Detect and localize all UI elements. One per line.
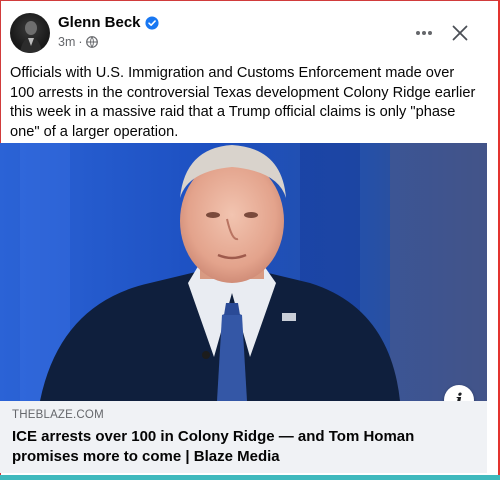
author-row: Glenn Beck [58, 14, 159, 31]
link-preview-image[interactable] [0, 143, 487, 401]
close-button[interactable] [444, 17, 476, 49]
globe-icon [85, 36, 98, 48]
avatar[interactable] [10, 13, 50, 53]
verified-badge-icon [144, 15, 159, 30]
post-text: Officials with U.S. Immigration and Cust… [10, 65, 476, 140]
more-options-button[interactable] [412, 21, 436, 45]
close-icon [452, 25, 468, 41]
post-meta: 3m · [58, 35, 98, 49]
preview-photo [0, 143, 487, 401]
link-domain: THEBLAZE.COM [12, 409, 104, 421]
more-options-icon [416, 31, 432, 35]
link-title[interactable]: ICE arrests over 100 in Colony Ridge — a… [12, 427, 472, 467]
post-time[interactable]: 3m [58, 35, 75, 49]
meta-separator: · [78, 35, 83, 49]
author-name[interactable]: Glenn Beck [58, 14, 141, 31]
bottom-bar [0, 475, 500, 480]
post-header: Glenn Beck 3m · [10, 13, 490, 57]
link-preview[interactable]: THEBLAZE.COM ICE arrests over 100 in Col… [0, 401, 487, 473]
